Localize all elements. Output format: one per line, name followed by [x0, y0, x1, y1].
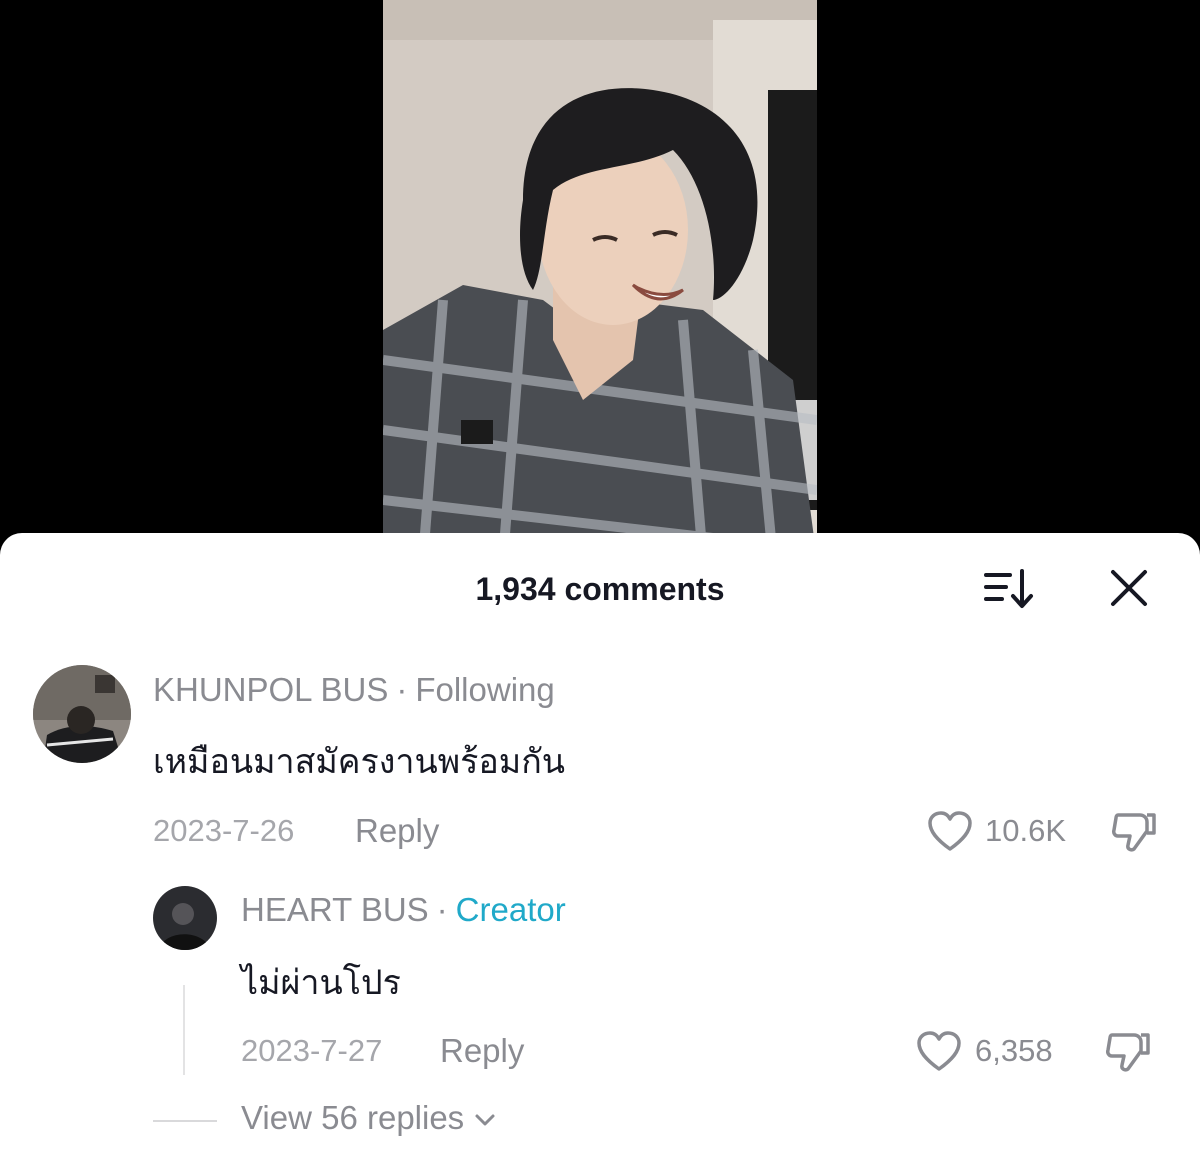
- dislike-button[interactable]: [1104, 1029, 1152, 1075]
- dislike-button[interactable]: [1110, 809, 1158, 855]
- heart-icon: [928, 811, 972, 851]
- avatar[interactable]: [33, 665, 131, 763]
- author-separator: ·: [436, 891, 448, 928]
- avatar[interactable]: [153, 886, 217, 950]
- reply-date: 2023-7-27: [241, 1033, 383, 1068]
- creator-badge: Creator: [455, 891, 566, 928]
- heart-icon: [917, 1031, 961, 1071]
- like-button[interactable]: [926, 809, 974, 855]
- reply-button[interactable]: Reply: [440, 1032, 524, 1070]
- video-player[interactable]: [0, 0, 1200, 560]
- reply-author[interactable]: HEART BUS: [241, 891, 429, 928]
- video-thumbnail-image: [383, 0, 817, 560]
- reply-text: ไม่ผ่านโปร: [241, 964, 401, 1002]
- sort-button[interactable]: [980, 567, 1036, 611]
- like-count: 10.6K: [985, 813, 1067, 848]
- comment-date: 2023-7-26: [153, 813, 295, 848]
- comment-author-line: KHUNPOL BUS · Following: [153, 671, 555, 709]
- view-replies-label: View 56 replies: [241, 1099, 465, 1136]
- thumbs-down-icon: [1106, 1033, 1150, 1072]
- author-separator: ·: [396, 671, 408, 708]
- video-frame[interactable]: [383, 0, 817, 560]
- close-icon: [1111, 570, 1147, 606]
- comments-sheet: 1,934 comments KHUNPOL BUS · Following เ…: [0, 533, 1200, 1155]
- chevron-down-icon: [475, 1114, 495, 1126]
- like-button[interactable]: [915, 1029, 963, 1075]
- view-replies-divider: [153, 1120, 217, 1122]
- sort-descending-icon: [984, 569, 1033, 608]
- comment-author[interactable]: KHUNPOL BUS: [153, 671, 388, 708]
- close-button[interactable]: [1104, 567, 1154, 611]
- thumbs-down-icon: [1112, 813, 1156, 852]
- reply-author-line: HEART BUS · Creator: [241, 891, 566, 929]
- following-badge: Following: [415, 671, 555, 708]
- thread-line: [183, 985, 185, 1075]
- reply-button[interactable]: Reply: [355, 812, 439, 850]
- like-count: 6,358: [975, 1033, 1053, 1068]
- comment-text: เหมือนมาสมัครงานพร้อมกัน: [153, 743, 566, 781]
- view-replies-button[interactable]: View 56 replies: [241, 1099, 497, 1137]
